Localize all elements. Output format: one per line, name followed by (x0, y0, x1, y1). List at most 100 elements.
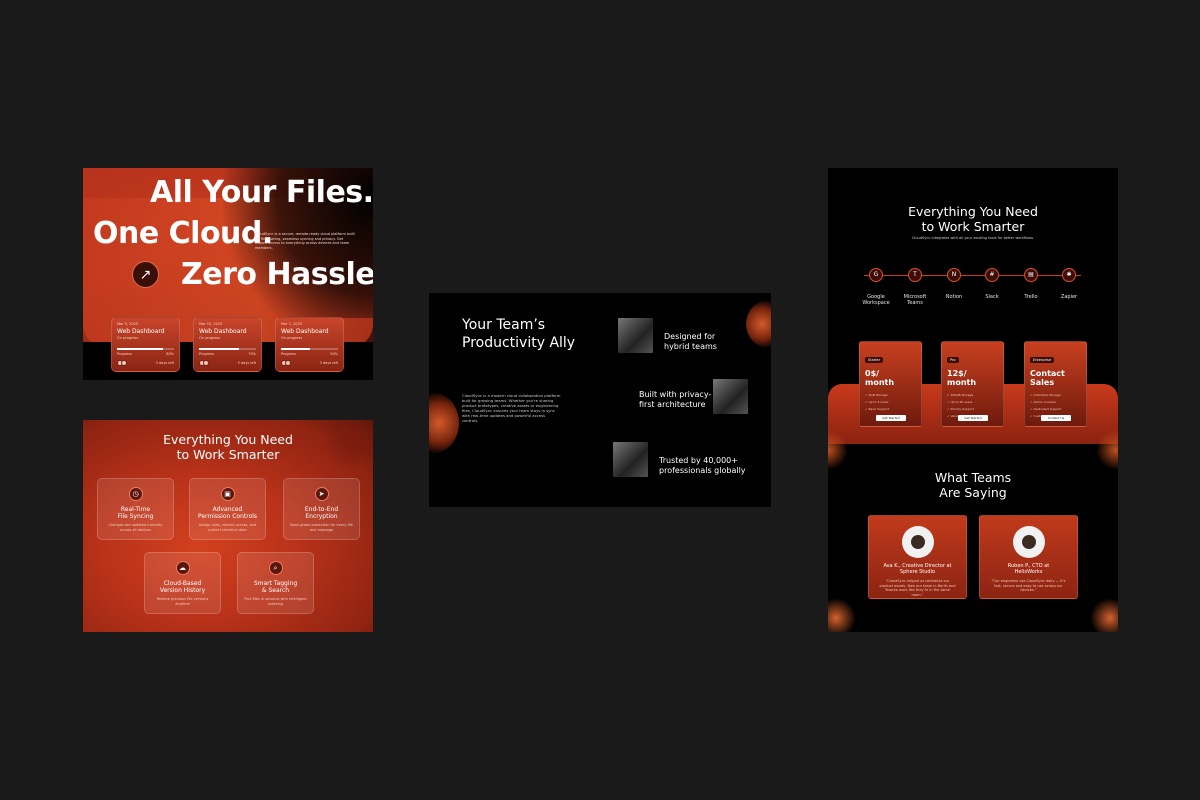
ally-point-2: Built with privacy- first architecture (639, 390, 711, 410)
testimonial-company: Sphere Studio (899, 569, 936, 575)
testimonials-title-line-2: Are Saying (939, 485, 1007, 500)
plan-price: 0$/ (865, 369, 880, 378)
feature-title: Smart Tagging (253, 580, 298, 587)
ally-title: Your Team’s Productivity Ally (462, 316, 575, 352)
plan-feature: Dedicated Support (1030, 406, 1081, 413)
arrow-up-right-icon: ↗ (139, 266, 152, 283)
integrations-title: Everything You Need to Work Smarter (828, 204, 1118, 234)
feature-card-smart-search[interactable]: ⌕ Smart Tagging & Search Find files in se… (237, 552, 314, 614)
card-due: 5 days left (237, 361, 256, 365)
integration-zapier[interactable]: ✱ Zapier (1044, 268, 1094, 300)
testimonials-title: What Teams Are Saying (828, 470, 1118, 500)
hero-cta-button[interactable]: ↗ (132, 261, 159, 288)
decorative-orb (746, 301, 771, 347)
privacy-photo (713, 379, 748, 414)
progress-label: Progress (117, 352, 132, 356)
search-icon: ⌕ (268, 561, 283, 575)
ally-point-1: Designed for hybrid teams (664, 332, 717, 352)
clock-icon: ◷ (128, 487, 143, 501)
feature-card-permissions[interactable]: ▣ Advanced Permission Controls Assign rol… (189, 478, 266, 540)
feature-card-encryption[interactable]: ➤ End-to-End Encryption Bank-grade protec… (283, 478, 360, 540)
feature-card-version-history[interactable]: ☁ Cloud-Based Version History Restore pre… (144, 552, 221, 614)
hero-headline-line-1: All Your Files. (150, 175, 373, 210)
dashboard-card[interactable]: Mar 5, 2025 Web Dashboard On progress Pr… (111, 317, 180, 372)
point-text: first architecture (639, 400, 706, 409)
microsoft-teams-icon: T (908, 268, 922, 282)
card-date: Mar 10, 2025 (199, 322, 223, 326)
zapier-icon: ✱ (1062, 268, 1076, 282)
plan-feature: 5GB Storage (865, 392, 916, 399)
hero-headline-line-2: One Cloud. (93, 216, 273, 251)
feature-title: Advanced (212, 506, 243, 513)
features-section: Everything You Need to Work Smarter ◷ Re… (83, 420, 373, 632)
feature-title: Version History (159, 587, 206, 594)
plan-feature: Priority Support (947, 406, 998, 413)
decorative-orb (429, 393, 459, 453)
dashboard-card[interactable]: Mar 1, 2025 Web Dashboard On progress Pr… (275, 317, 344, 372)
testimonial-quote: “Our engineers use CloudSync daily — it’… (991, 579, 1066, 592)
lock-icon: ▣ (220, 487, 235, 501)
hero-section: All Your Files. One Cloud. Zero Hassle. … (83, 168, 373, 380)
dashboard-card[interactable]: Mar 10, 2025 Web Dashboard On progress P… (193, 317, 262, 372)
integrations-title-line-1: Everything You Need (908, 204, 1038, 219)
landing-page: Everything You Need to Work Smarter Clou… (828, 168, 1118, 632)
notion-icon: N (947, 268, 961, 282)
feature-description: Assign roles, restrict access, and prote… (198, 523, 257, 532)
plan-tag: Starter (865, 357, 884, 363)
avatar (1012, 526, 1045, 558)
plan-price: month (865, 378, 895, 387)
feature-description: Restore previous file versions anytime (156, 597, 209, 606)
point-text: Designed for (664, 332, 716, 341)
pricing-card-enterprise: Enterprise ContactSales Unlimited Storag… (1024, 341, 1087, 427)
testimonial-company: HelixWorks (1014, 569, 1043, 575)
plan-price: Contact (1030, 369, 1065, 378)
point-text: Trusted by 40,000+ (659, 456, 738, 465)
plan-feature: Up to 3 users (865, 399, 916, 406)
card-status: On progress (117, 336, 139, 340)
feature-title: Encryption (305, 513, 338, 520)
feature-title: End-to-End (304, 506, 339, 513)
decorative-orb (1090, 598, 1118, 632)
feature-card-realtime-sync[interactable]: ◷ Real-Time File Syncing Changes are upda… (97, 478, 174, 540)
progress-bar (199, 348, 256, 350)
card-due: 3 days left (319, 361, 338, 365)
testimonial-quote: “CloudSync helped us centralize our prod… (879, 579, 956, 597)
feature-description: Changes are updated instantly across all… (108, 523, 163, 532)
team-photo (618, 318, 653, 353)
feature-title: Cloud-Based (163, 580, 202, 587)
card-title: Web Dashboard (117, 328, 165, 335)
professionals-photo (613, 442, 648, 477)
productivity-section: Your Team’s Productivity Ally CloudSync … (429, 293, 771, 507)
progress-label: Progress (199, 352, 214, 356)
avatar-group (199, 360, 209, 366)
ally-title-line-1: Your Team’s (462, 317, 546, 333)
features-title: Everything You Need to Work Smarter (83, 432, 373, 462)
progress-label: Progress (281, 352, 296, 356)
plan-tag: Enterprise (1030, 357, 1055, 363)
card-due: 3 days left (155, 361, 174, 365)
cloud-icon: ☁ (175, 561, 190, 575)
card-date: Mar 1, 2025 (281, 322, 303, 326)
point-text: professionals globally (659, 466, 746, 475)
integrations-subtitle: CloudSync integrates with all your exist… (911, 236, 1035, 240)
plan-tag: Pro (947, 357, 959, 363)
card-status: On progress (199, 336, 221, 340)
card-status: On progress (281, 336, 303, 340)
card-title: Web Dashboard (281, 328, 329, 335)
ally-description: CloudSync is a modern cloud collaboratio… (462, 393, 561, 423)
plan-feature: Unlimited Storage (1030, 392, 1081, 399)
features-title-line-1: Everything You Need (163, 432, 293, 447)
plan-cta-button[interactable]: Get Started (876, 415, 906, 421)
pricing-card-pro: Pro 12$/month 100GB Storage Up to 20 use… (941, 341, 1004, 427)
integration-label: Teams (907, 300, 923, 306)
feature-title: & Search (261, 587, 290, 594)
plan-cta-button[interactable]: Get Started (958, 415, 988, 421)
feature-description: Find files in seconds with intelligent i… (244, 597, 307, 606)
hero-headline-line-3: Zero Hassle. (181, 257, 373, 292)
plan-feature: Basic Support (865, 406, 916, 413)
plan-price: month (947, 378, 977, 387)
plan-price: Sales (1030, 378, 1055, 387)
decorative-orb (828, 598, 856, 632)
avatar-group (117, 360, 127, 366)
plan-cta-button[interactable]: Contact Us (1041, 415, 1071, 421)
